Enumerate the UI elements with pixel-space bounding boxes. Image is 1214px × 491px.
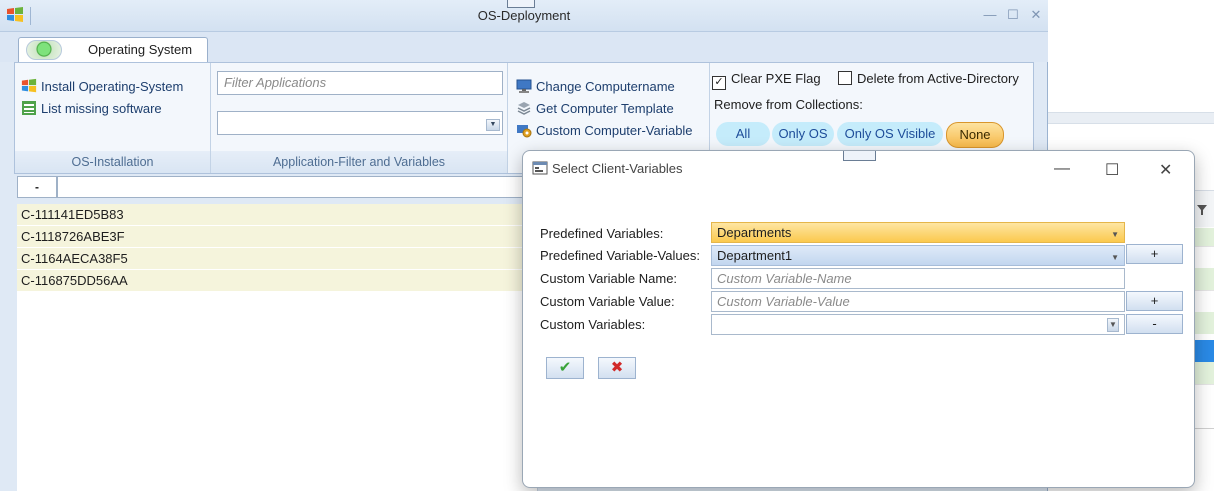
list-item[interactable]: C-116875DD56AA [17,270,537,292]
add-custom-variable-button[interactable]: + [1126,291,1183,311]
group-os-installation: Install Operating-System List missing so… [15,63,211,173]
ok-button[interactable]: ✔ [546,357,584,379]
chevron-down-icon[interactable]: ▼ [486,119,500,131]
chevron-down-icon: ▼ [1111,230,1119,239]
checkbox-checked-icon: ✓ [712,76,726,90]
get-template-label: Get Computer Template [536,101,674,116]
custom-name-label: Custom Variable Name: [540,271,678,286]
add-value-button[interactable]: + [1126,244,1183,264]
computer-icon [516,78,532,94]
close-button[interactable]: ✕ [1029,8,1043,22]
custom-variable-name-input[interactable]: Custom Variable-Name [711,268,1125,289]
pill-only-os[interactable]: Only OS [772,122,834,146]
dialog-title: Select Client-Variables [552,161,683,176]
clear-pxe-checkbox[interactable]: ✓ Clear PXE Flag [712,71,821,90]
list-missing-software-button[interactable]: List missing software [21,99,162,119]
custom-computer-variable-button[interactable]: Custom Computer-Variable [516,121,693,141]
window-title: OS-Deployment [477,8,571,23]
window-icon [532,160,548,176]
drag-handle[interactable] [507,0,535,8]
checkbox-unchecked-icon [838,71,852,85]
delete-ad-label: Delete from Active-Directory [857,71,1019,86]
chevron-down-icon: ▼ [1111,253,1119,262]
group-label: Application-Filter and Variables [211,151,507,173]
list-item[interactable]: C-111141ED5B83 [17,204,537,226]
change-computername-button[interactable]: Change Computername [516,77,675,97]
tab-label: Operating System [88,42,193,57]
pill-all[interactable]: All [716,122,770,146]
computer-list: C-111141ED5B83 C-1118726ABE3F C-1164AECA… [17,204,537,491]
chevron-down-icon: ▼ [1107,318,1119,332]
clear-pxe-label: Clear PXE Flag [731,71,821,86]
computer-filter-combo[interactable] [57,176,537,198]
remove-custom-variable-button[interactable]: - [1126,314,1183,334]
windows-logo-icon [21,78,37,94]
change-computername-label: Change Computername [536,79,675,94]
filter-applications-input[interactable]: Filter Applications [217,71,503,95]
application-combo[interactable]: ▼ [217,111,503,135]
list-item[interactable]: C-1118726ABE3F [17,226,537,248]
dialog-minimize-button[interactable]: — [1054,160,1070,178]
checkmark-icon: ✔ [558,359,572,376]
group-label: OS-Installation [15,151,210,173]
custom-variables-select[interactable]: ▼ [711,314,1125,335]
pill-none[interactable]: None [946,122,1004,148]
custom-value-label: Custom Variable Value: [540,294,675,309]
install-os-button[interactable]: Install Operating-System [21,77,183,97]
predefined-values-select[interactable]: Department1 ▼ [711,245,1125,266]
filter-icon[interactable] [1197,204,1207,215]
spreadsheet-icon [21,100,37,116]
custom-variable-label: Custom Computer-Variable [536,123,693,138]
predefined-variables-label: Predefined Variables: [540,226,664,241]
collapse-button[interactable]: - [17,176,57,198]
predefined-values-label: Predefined Variable-Values: [540,248,700,263]
minimize-button[interactable]: — [983,8,997,22]
predefined-values-value: Department1 [717,248,793,263]
list-item[interactable]: C-1164AECA38F5 [17,248,537,270]
pill-only-os-visible[interactable]: Only OS Visible [837,122,943,146]
stack-icon [516,100,532,116]
dialog-close-button[interactable]: ✕ [1159,160,1172,180]
custom-value-placeholder: Custom Variable-Value [717,294,850,309]
predefined-variables-value: Departments [717,225,792,240]
remove-collections-label: Remove from Collections: [714,97,863,112]
gear-computer-icon [516,122,532,138]
list-missing-label: List missing software [41,101,162,116]
get-computer-template-button[interactable]: Get Computer Template [516,99,674,119]
application-orb-icon[interactable] [26,40,62,60]
custom-variables-label: Custom Variables: [540,317,646,332]
custom-variable-value-input[interactable]: Custom Variable-Value [711,291,1125,312]
maximize-button[interactable]: ☐ [1006,8,1020,22]
cross-icon: ✖ [610,359,624,376]
delete-ad-checkbox[interactable]: Delete from Active-Directory [838,71,1019,86]
install-os-label: Install Operating-System [41,79,184,94]
drag-handle[interactable] [843,151,876,161]
predefined-variables-select[interactable]: Departments ▼ [711,222,1125,243]
dialog-maximize-button[interactable]: ☐ [1105,160,1119,180]
custom-name-placeholder: Custom Variable-Name [717,271,852,286]
filter-placeholder: Filter Applications [224,75,327,90]
cancel-button[interactable]: ✖ [598,357,636,379]
